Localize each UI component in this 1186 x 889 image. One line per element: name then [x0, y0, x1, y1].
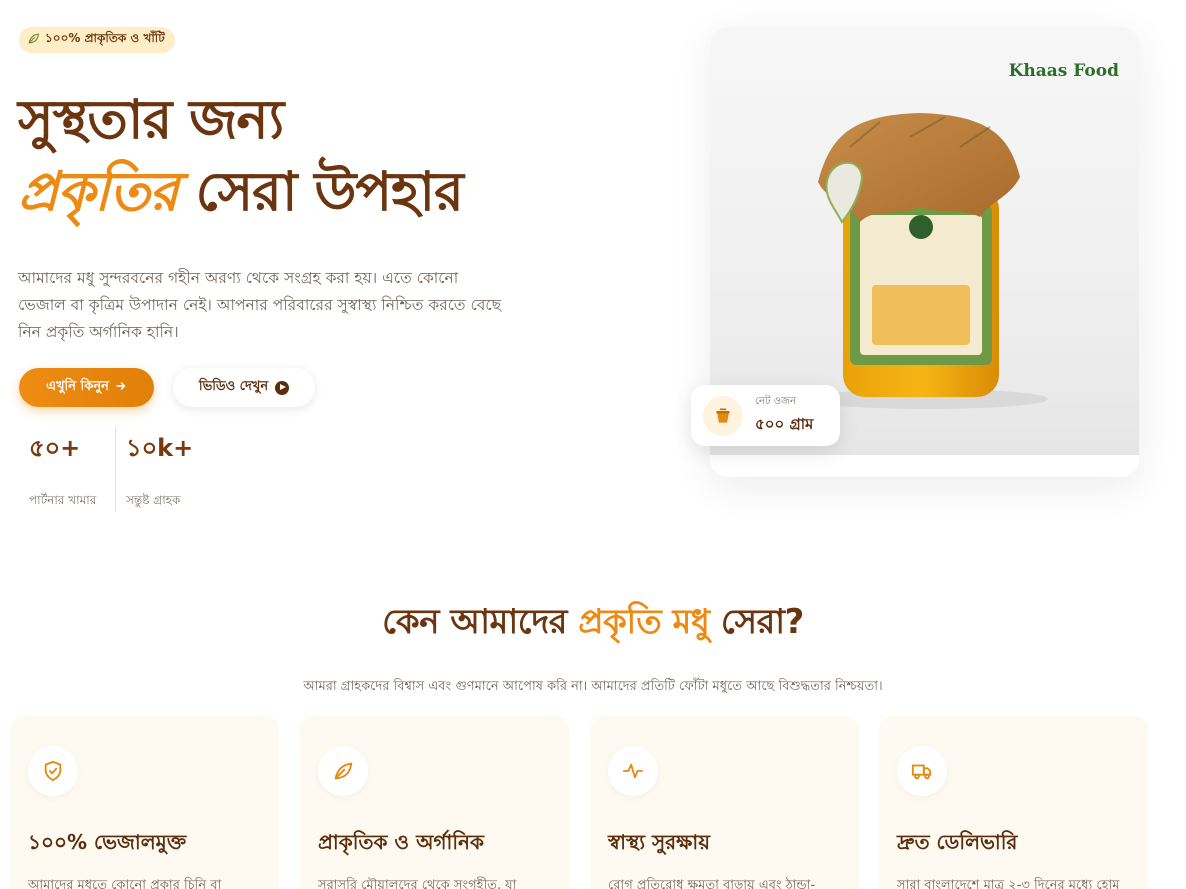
feature-card-organic: প্রাকৃতিক ও অর্গানিক সরাসরি মৌয়ালদের থে…	[300, 716, 569, 889]
hero-title-line2: প্রকৃতির সেরা উপহার	[18, 150, 464, 240]
why-section-title: কেন আমাদের প্রকৃতি মধু সেরা?	[0, 596, 1186, 653]
stat-label: পার্টনার খামার	[29, 493, 97, 507]
leaf-icon	[318, 746, 368, 796]
net-weight-text: নেট ওজন ৫০০ গ্রাম	[755, 394, 813, 438]
watch-video-button[interactable]: ভিডিও দেখুন	[173, 368, 315, 407]
pulse-icon	[608, 746, 658, 796]
shield-check-icon	[28, 746, 78, 796]
stat-partner-farms: ৫০+ পার্টনার খামার	[29, 430, 96, 512]
hero-description: আমাদের মধু সুন্দরবনের গহীন অরণ্য থেকে সং…	[18, 269, 502, 341]
stat-divider	[115, 427, 116, 512]
hero-title-accent: প্রকৃতির	[18, 160, 179, 223]
stat-happy-customers: ১০k+ সন্তুষ্ট গ্রাহক	[126, 430, 193, 512]
why-title-pre: কেন আমাদের	[382, 602, 567, 642]
net-weight-card: নেট ওজন ৫০০ গ্রাম	[691, 385, 840, 446]
badge-label: ১০০% প্রাকৃতিক ও খাঁটি	[45, 31, 165, 45]
feature-description: রোগ প্রতিরোধ ক্ষমতা বাড়ায় এবং ঠান্ডা-ক…	[608, 878, 816, 889]
why-section-subtitle: আমরা গ্রাহকদের বিশ্বাস এবং গুণমানে আপোষ …	[303, 679, 883, 694]
stat-value: ১০k+	[126, 434, 194, 462]
leaf-icon	[27, 32, 40, 48]
feature-card-delivery: দ্রুত ডেলিভারি সারা বাংলাদেশে মাত্র ২-৩ …	[879, 716, 1148, 889]
feature-title: প্রাকৃতিক ও অর্গানিক	[318, 830, 484, 854]
hero-section: ১০০% প্রাকৃতিক ও খাঁটি সুস্থতার জন্য প্র…	[0, 0, 1186, 560]
net-weight-label: নেট ওজন	[755, 395, 796, 407]
feature-description: সরাসরি মৌয়ালদের থেকে সংগৃহীত, যা প্রকৃত…	[318, 878, 517, 889]
why-title-accent: প্রকৃতি মধু	[578, 602, 710, 642]
feature-title: স্বাস্থ্য সুরক্ষায়	[608, 830, 710, 854]
arrow-right-icon	[115, 380, 127, 396]
honey-pot-icon	[703, 395, 743, 436]
truck-icon	[897, 746, 947, 796]
feature-title: দ্রুত ডেলিভারি	[897, 830, 1018, 854]
why-title-post: সেরা?	[720, 602, 805, 642]
net-weight-value: ৫০০ গ্রাম	[755, 414, 814, 433]
feature-card-health: স্বাস্থ্য সুরক্ষায় রোগ প্রতিরোধ ক্ষমতা …	[590, 716, 859, 889]
feature-title: ১০০% ভেজালমুক্ত	[28, 830, 187, 854]
natural-badge: ১০০% প্রাকৃতিক ও খাঁটি	[19, 27, 175, 53]
feature-description: আমাদের মধুতে কোনো প্রকার চিনি বা কেমিক্য…	[28, 878, 222, 889]
buy-now-label: এখুনি কিনুন	[46, 379, 109, 394]
buy-now-button[interactable]: এখুনি কিনুন	[19, 368, 154, 407]
play-icon	[275, 380, 290, 395]
stat-label: সন্তুষ্ট গ্রাহক	[126, 493, 181, 507]
stat-value: ৫০+	[29, 434, 81, 462]
watch-video-label: ভিডিও দেখুন	[198, 379, 269, 394]
features-grid: ১০০% ভেজালমুক্ত আমাদের মধুতে কোনো প্রকার…	[10, 716, 1150, 889]
feature-description: সারা বাংলাদেশে মাত্র ২-৩ দিনের মধ্যে হোম…	[897, 878, 1120, 889]
feature-card-adulteration-free: ১০০% ভেজালমুক্ত আমাদের মধুতে কোনো প্রকার…	[10, 716, 279, 889]
brand-logo: Khaas Food	[1008, 61, 1119, 81]
hero-title-rest: সেরা উপহার	[195, 160, 464, 223]
